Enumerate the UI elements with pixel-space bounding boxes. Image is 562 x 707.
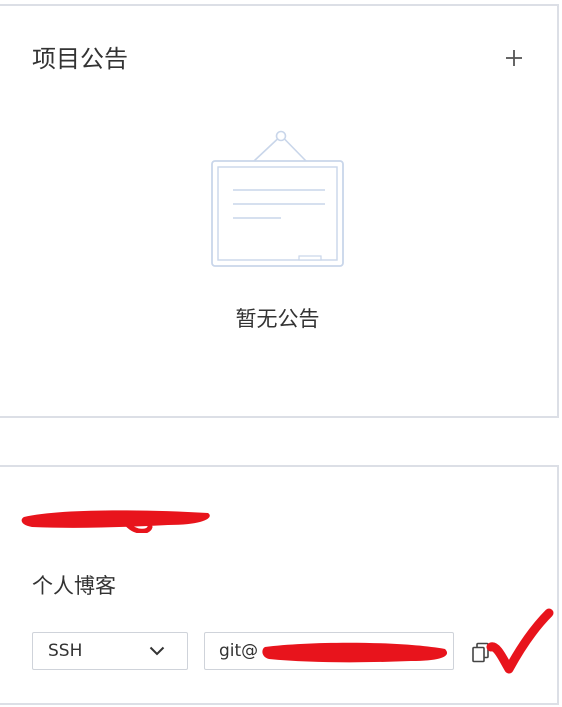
redaction-mark [21, 510, 210, 533]
protocol-select-value: SSH [48, 641, 83, 661]
clone-url-text: git@ [219, 641, 259, 661]
plus-icon [506, 50, 522, 66]
redaction-mark [262, 642, 448, 663]
announcements-card: 项目公告 暂无公告 [0, 4, 559, 418]
check-mark-annotation [486, 608, 554, 674]
empty-announcements-text: 暂无公告 [235, 307, 320, 331]
repo-label: 个人博客 [32, 574, 116, 598]
add-announcement-button[interactable] [500, 44, 528, 72]
announcements-title: 项目公告 [32, 45, 128, 73]
clone-url-input[interactable]: git@ [204, 632, 454, 670]
chevron-down-icon [149, 646, 165, 656]
repo-card: 个人博客 SSH git@ [0, 465, 559, 705]
protocol-select[interactable]: SSH [32, 632, 188, 670]
notice-board-icon [211, 130, 344, 267]
